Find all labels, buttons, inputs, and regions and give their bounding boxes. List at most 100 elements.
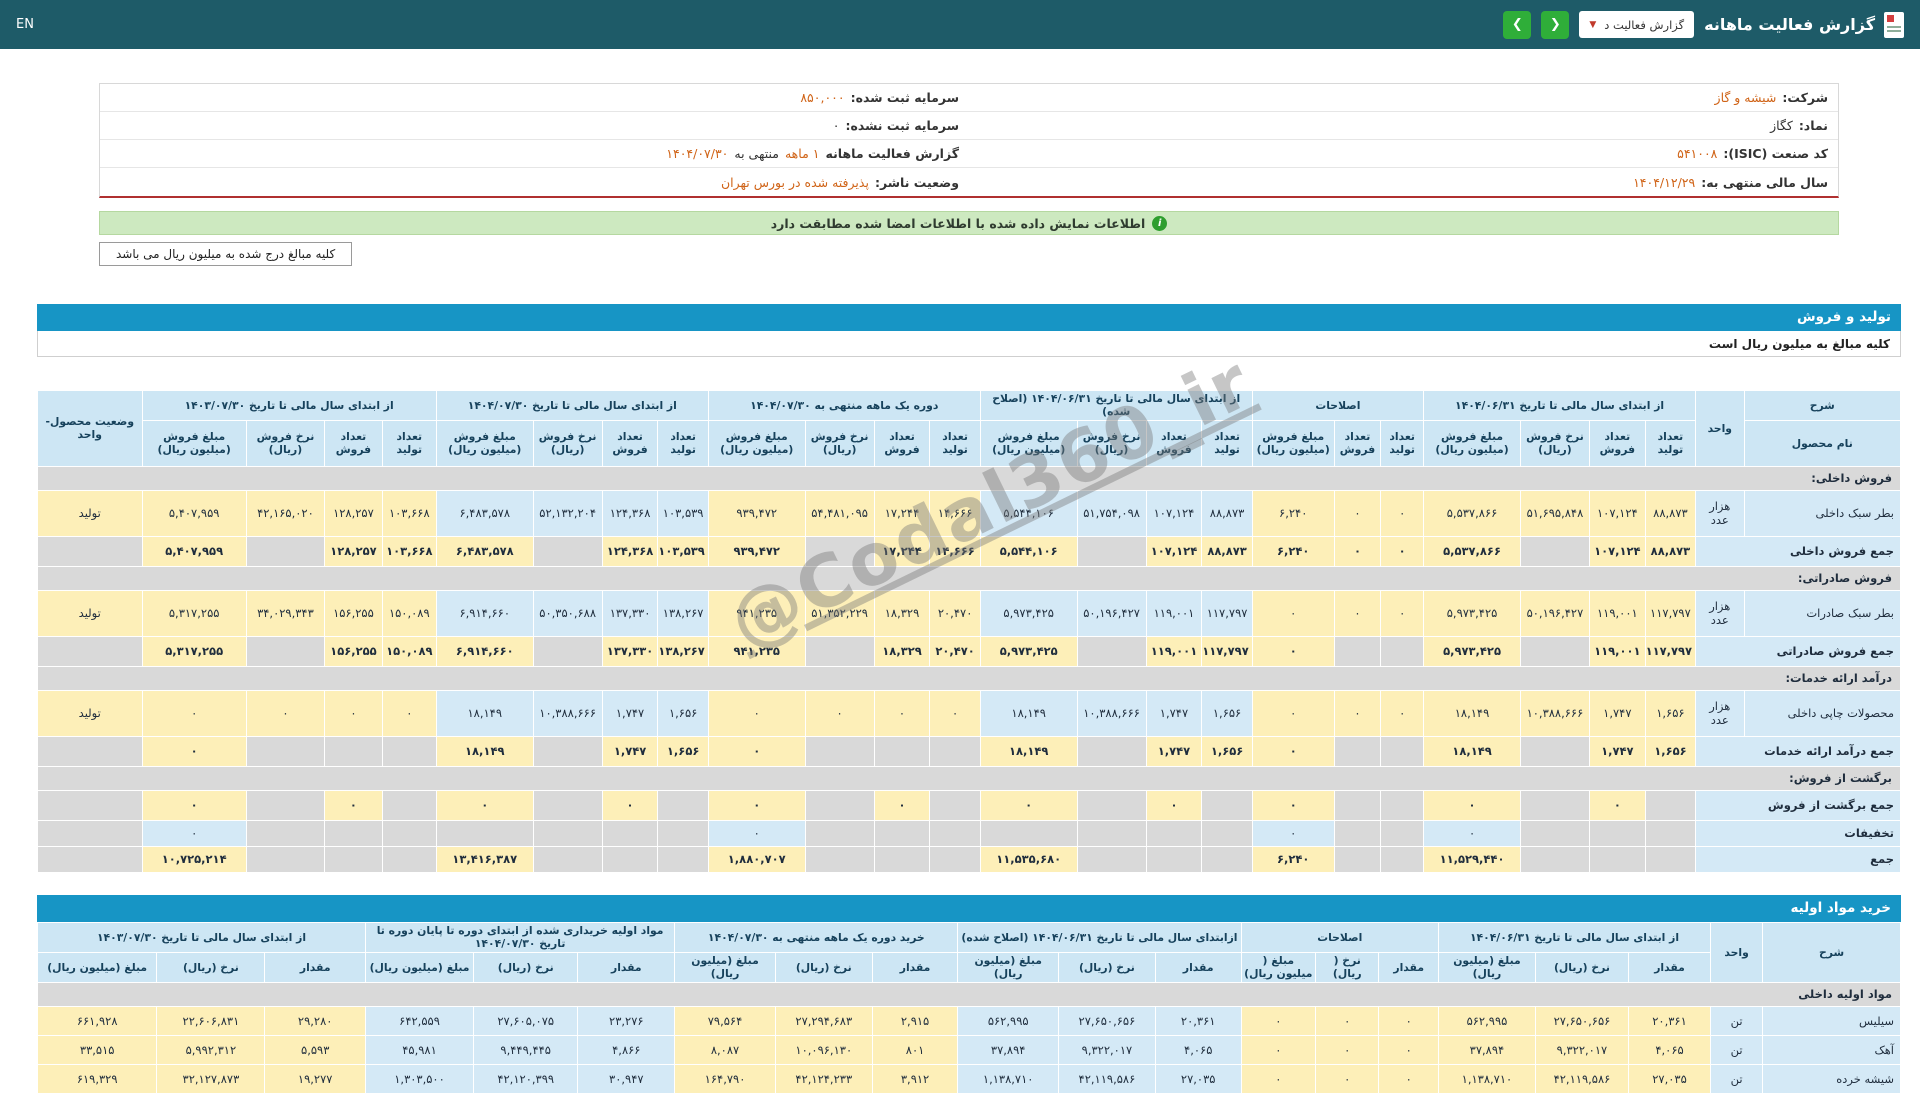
company-info-row: شرکت: شیشه و گاز سرمایه ثبت شده: ۸۵۰,۰۰۰ [100,84,1838,112]
row-label-cell: جمع درآمد ارائه خدمات [1695,735,1901,767]
period-group-header: از ابتدای سال مالی تا تاریخ ۱۴۰۳/۰۷/۳۰ [141,390,437,421]
value-cell: ۰ [979,789,1078,821]
value-cell: ۴,۸۶۶ [577,1034,676,1065]
product-name-cell: آهک [1762,1034,1901,1065]
value-cell: ۰ [1333,489,1382,537]
column-header: تعداد فروش [324,419,383,467]
banner-text: اطلاعات نمایش داده شده با اطلاعات امضا ش… [770,215,1146,231]
value-cell [1333,735,1382,767]
value-cell: ۲۹,۲۸۰ [264,1005,366,1036]
value-cell: ۱۳۷,۳۳۰ [601,589,659,637]
language-toggle[interactable]: EN [16,17,34,32]
value-cell: ۰ [873,789,931,821]
value-cell: ۱۰,۰۹۶,۱۳۰ [774,1034,873,1065]
status-cell [37,535,143,567]
column-header: مبلغ ( میلیون ریال) [1240,951,1317,983]
period-group-header: از ابتدای سال مالی تا تاریخ ۱۴۰۴/۰۷/۳۰ [435,390,709,421]
column-header: نرخ فروش (ریال) [804,419,875,467]
value-cell: ۱۸,۱۴۹ [435,689,534,737]
value-cell: ۵۰,۱۹۶,۴۲۷ [1076,589,1147,637]
row-label-cell: جمع [1695,845,1901,873]
value-cell: ۱۱۷,۷۹۷ [1644,589,1697,637]
value-cell: ۶۶۱,۹۲۸ [36,1005,158,1036]
value-cell [435,819,534,847]
value-cell: ۰ [1378,1034,1439,1065]
value-cell: ۵۲,۱۳۲,۲۰۴ [532,489,603,537]
table-row: بطر سبک داخلی هزار عدد ۸۸,۸۷۳ ۱۰۷,۱۲۴ ۵۱,۶۹۵… [37,489,1901,537]
value-cell: ۱,۶۵۶ [1201,735,1253,767]
field-value: کگاز [1770,118,1793,133]
value-cell [1588,819,1646,847]
value-cell [1519,819,1590,847]
unit-cell: تن [1709,1063,1764,1094]
value-cell [1076,845,1147,873]
page-title: گزارش فعالیت ماهانه [1704,15,1875,34]
column-header: نرخ (ریال) [1534,951,1630,983]
table-row: آهک تن ۴,۰۶۵ ۹,۳۲۲,۰۱۷ ۳۷,۸۹۴ ۰ ۰ ۰ ۴,۰۶۵ ۹,۳۲۲,۰… [36,1034,1901,1065]
amounts-note-button[interactable]: کلیه مبالغ درج شده به میلیون ریال می باش… [99,242,353,266]
value-cell: ۳۲,۱۲۷,۸۷۳ [156,1063,266,1094]
product-name-cell: بطر سبک داخلی [1743,489,1901,537]
value-cell: ۶,۹۱۴,۶۶۰ [435,635,534,667]
value-cell [245,735,326,767]
value-cell: ۵۱,۶۹۵,۸۴۸ [1519,489,1590,537]
value-cell [929,735,981,767]
company-info-row: کد صنعت (ISIC): ۵۴۱۰۰۸ گزارش فعالیت ماهانه… [100,140,1838,168]
prev-report-button[interactable]: ❮ [1541,10,1570,39]
value-cell [381,819,437,847]
unit-cell: تن [1709,1034,1764,1065]
field-label: سرمایه ثبت نشده: [845,118,959,133]
value-cell: ۲۰,۴۷۰ [929,635,981,667]
value-cell: ۰ [1588,789,1646,821]
value-cell: ۵,۵۹۳ [264,1034,366,1065]
value-cell [873,845,931,873]
value-cell: ۴۲,۱۱۹,۵۸۶ [1534,1063,1630,1094]
report-type-dropdown[interactable]: گزارش فعالیت د ▼ [1579,11,1695,38]
company-info-row: نماد: کگاز سرمایه ثبت نشده: ۰ [100,112,1838,140]
section-row: درآمد ارائه خدمات: [37,665,1901,691]
value-cell: ۱۸,۱۴۹ [1423,735,1521,767]
value-cell [381,845,437,873]
company-info-field: کد صنعت (ISIC): ۵۴۱۰۰۸ [969,146,1838,161]
value-cell [1333,819,1382,847]
value-cell: ۲۲,۶۰۶,۸۳۱ [156,1005,266,1036]
value-cell: ۸۸,۸۷۳ [1644,489,1697,537]
value-cell: ۱۰۷,۱۲۴ [1145,489,1203,537]
company-info-field: شرکت: شیشه و گاز [969,90,1838,105]
value-cell [1201,789,1253,821]
value-cell: ۰ [141,819,247,847]
value-cell [929,845,981,873]
value-cell: ۱۸,۳۲۹ [873,635,931,667]
value-cell: ۱,۷۴۷ [1145,735,1203,767]
section-label: فروش داخلی: [37,465,1901,491]
value-cell: ۶,۲۴۰ [1251,535,1335,567]
status-cell: تولید [37,489,143,537]
value-cell: ۳۷,۸۹۴ [957,1034,1059,1065]
value-cell: ۹,۳۲۲,۰۱۷ [1057,1034,1156,1065]
field-label: کد صنعت (ISIC): [1723,146,1828,161]
value-cell: ۱۰۷,۱۲۴ [1588,489,1646,537]
column-header: تعداد فروش [1333,419,1382,467]
period-group-header: خرید دوره یک ماهه منتهی به ۱۴۰۴/۰۷/۳۰ [674,921,959,953]
column-header: تعداد تولید [657,419,709,467]
value-cell [804,789,875,821]
column-header: مبلغ (میلیون ریال) [957,951,1059,983]
value-cell: ۳۴,۰۲۹,۳۴۳ [245,589,326,637]
value-cell: ۱۲۸,۲۵۷ [324,535,383,567]
value-cell: ۴۲,۱۱۹,۵۸۶ [1057,1063,1156,1094]
section-row: برگشت از فروش: [37,765,1901,791]
value-cell [245,789,326,821]
value-cell [324,819,383,847]
value-cell: ۶,۹۱۴,۶۶۰ [435,589,534,637]
value-cell [532,845,603,873]
value-cell: ۰ [1251,819,1335,847]
column-header: نرخ فروش (ریال) [1076,419,1147,467]
value-cell: ۰ [1380,535,1425,567]
value-cell: ۱۸,۱۴۹ [1423,689,1521,737]
value-cell: ۱۲۸,۲۵۷ [324,489,383,537]
value-cell: ۰ [873,689,931,737]
value-cell: ۰ [1333,589,1382,637]
section-label: درآمد ارائه خدمات: [37,665,1901,691]
value-cell: ۰ [1240,1034,1317,1065]
next-report-button[interactable]: ❯ [1503,10,1532,39]
